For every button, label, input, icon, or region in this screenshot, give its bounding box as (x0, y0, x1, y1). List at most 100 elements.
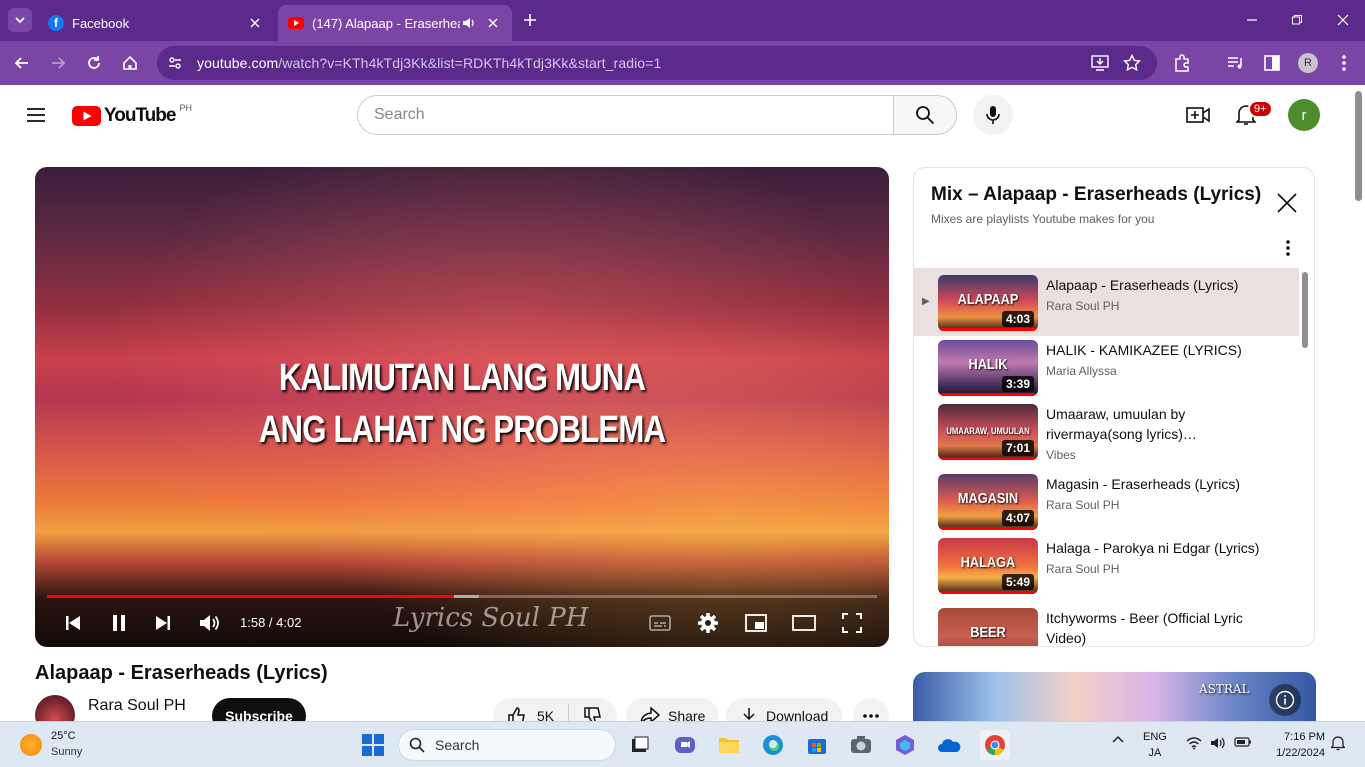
video-player[interactable]: KALIMUTAN LANG MUNA ANG LAHAT NG PROBLEM… (35, 167, 889, 647)
tab-youtube[interactable]: (147) Alapaap - Eraserheads (278, 5, 512, 41)
playlist-scrollbar[interactable] (1302, 272, 1308, 348)
channel-name[interactable]: Rara Soul PH (88, 697, 186, 715)
duration-badge: 7:01 (1001, 440, 1034, 456)
edge-icon[interactable] (760, 732, 786, 758)
show-hidden-icons-button[interactable] (1112, 734, 1124, 746)
volume-button[interactable] (197, 610, 223, 636)
playlist-item[interactable]: UMAARAW, UMUULAN 7:01 Umaaraw, umuulan by… (914, 400, 1299, 470)
taskbar-search[interactable]: Search (398, 729, 616, 761)
info-icon (1275, 690, 1295, 710)
item-title: Itchyworms - Beer (Official Lyric Video) (1046, 610, 1243, 646)
pause-icon (113, 615, 125, 631)
home-button[interactable] (118, 51, 142, 75)
onedrive-icon[interactable] (936, 732, 962, 758)
playlist-item[interactable]: HALIK 3:39 HALIK - KAMIKAZEE (LYRICS) Mari… (914, 336, 1299, 400)
lyric-line-1: KALIMUTAN LANG MUNA (278, 357, 646, 399)
fullscreen-button[interactable] (839, 610, 865, 636)
battery-icon[interactable] (1234, 736, 1252, 748)
restore-button[interactable] (1283, 8, 1311, 32)
youtube-header: YouTube PH Search 9+ r (0, 87, 1350, 143)
bookmark-button[interactable] (1120, 51, 1144, 75)
url-text[interactable]: youtube.com/watch?v=KTh4kTdj3Kk&list=RDK… (197, 55, 661, 71)
youtube-play-logo-icon (72, 106, 101, 126)
voice-search-button[interactable] (973, 95, 1013, 135)
microsoft-store-icon[interactable] (804, 732, 830, 758)
youtube-wordmark: YouTube (104, 105, 176, 126)
next-button[interactable] (150, 610, 176, 636)
playlist-item[interactable]: ▶ ALAPAAP 4:03 Alapaap - Eraserheads (Lyr… (914, 268, 1299, 336)
search-input[interactable]: Search (357, 95, 894, 135)
captions-icon (649, 615, 671, 631)
tab-title: (147) Alapaap - Eraserheads (312, 15, 460, 31)
new-tab-button[interactable] (520, 10, 540, 30)
speaker-icon[interactable] (460, 14, 478, 32)
site-settings-icon[interactable] (167, 55, 183, 71)
theater-icon (792, 615, 816, 631)
playlist-item[interactable]: HALAGA 5:49 Halaga - Parokya ni Edgar (Ly… (914, 534, 1299, 604)
item-info: Magasin - Eraserheads (Lyrics) Rara Soul … (1046, 474, 1266, 512)
item-title: Alapaap - Eraserheads (Lyrics) (1046, 277, 1239, 293)
install-app-button[interactable] (1088, 51, 1112, 75)
playlist-more-button[interactable] (1278, 238, 1298, 258)
profile-button[interactable]: R (1296, 51, 1320, 75)
wifi-icon[interactable] (1186, 736, 1202, 750)
reload-button[interactable] (82, 51, 106, 75)
chrome-icon[interactable] (980, 730, 1010, 760)
close-tab-icon[interactable] (246, 14, 264, 32)
page-scrollbar[interactable] (1352, 87, 1365, 721)
thumbnail-text: ALAPAAP (957, 291, 1019, 308)
close-window-button[interactable] (1329, 8, 1357, 32)
speaker-icon[interactable] (1210, 736, 1226, 750)
item-title: HALIK - KAMIKAZEE (LYRICS) (1046, 342, 1242, 358)
item-info: Alapaap - Eraserheads (Lyrics) Rara Soul … (1046, 275, 1266, 313)
miniplayer-button[interactable] (743, 610, 769, 636)
camera-icon[interactable] (848, 732, 874, 758)
settings-button[interactable] (695, 610, 721, 636)
ad-banner[interactable]: ASTRAL (913, 672, 1316, 724)
copilot-icon[interactable] (892, 732, 918, 758)
video-thumbnail: HALIK 3:39 (938, 340, 1038, 396)
playlist-item[interactable]: MAGASIN 4:07 Magasin - Eraserheads (Lyric… (914, 470, 1299, 534)
side-panel-button[interactable] (1260, 51, 1284, 75)
pause-button[interactable] (106, 610, 132, 636)
media-control-button[interactable] (1224, 51, 1248, 75)
progress-bar[interactable] (47, 595, 877, 598)
plus-icon (524, 14, 536, 26)
notifications-bell-icon[interactable] (1331, 735, 1345, 751)
extensions-button[interactable] (1170, 51, 1194, 75)
weather-desc: Sunny (51, 746, 83, 758)
playlist-item[interactable]: BEER Itchyworms - Beer (Official Lyric V… (914, 604, 1299, 646)
previous-button[interactable] (60, 610, 86, 636)
guide-menu-button[interactable] (24, 103, 48, 127)
create-button[interactable] (1186, 103, 1210, 127)
youtube-logo[interactable]: YouTube PH (72, 103, 192, 127)
tab-search-dropdown[interactable] (8, 8, 32, 32)
browser-menu-button[interactable] (1332, 51, 1356, 75)
item-info: Umaaraw, umuulan by rivermaya(song lyric… (1046, 404, 1266, 462)
item-channel: Vibes (1046, 448, 1076, 462)
puzzle-icon (1175, 54, 1189, 72)
sun-icon[interactable] (20, 734, 42, 756)
search-button[interactable] (893, 95, 957, 135)
close-tab-icon[interactable] (484, 14, 502, 32)
close-playlist-button[interactable] (1276, 192, 1300, 216)
back-button[interactable] (10, 51, 34, 75)
ad-info-button[interactable] (1269, 684, 1301, 716)
file-explorer-icon[interactable] (716, 732, 742, 758)
input-language[interactable]: ENG JA (1143, 729, 1167, 761)
account-avatar[interactable]: r (1288, 99, 1320, 131)
task-view-icon[interactable] (627, 732, 653, 758)
side-panel-icon (1264, 55, 1280, 71)
tab-facebook[interactable]: f Facebook (38, 5, 274, 41)
teams-icon[interactable] (672, 732, 698, 758)
forward-button[interactable] (46, 51, 70, 75)
scrollbar-thumb[interactable] (1355, 91, 1362, 201)
minimize-button[interactable] (1238, 8, 1266, 32)
captions-button[interactable] (647, 610, 673, 636)
item-channel: Maria Allyssa (1046, 364, 1117, 378)
start-button[interactable] (360, 732, 386, 758)
address-bar[interactable]: youtube.com/watch?v=KTh4kTdj3Kk&list=RDK… (157, 46, 1157, 80)
system-clock[interactable]: 7:16 PM 1/22/2024 (1265, 729, 1325, 761)
chevron-up-icon (1112, 735, 1124, 743)
theater-mode-button[interactable] (791, 610, 817, 636)
